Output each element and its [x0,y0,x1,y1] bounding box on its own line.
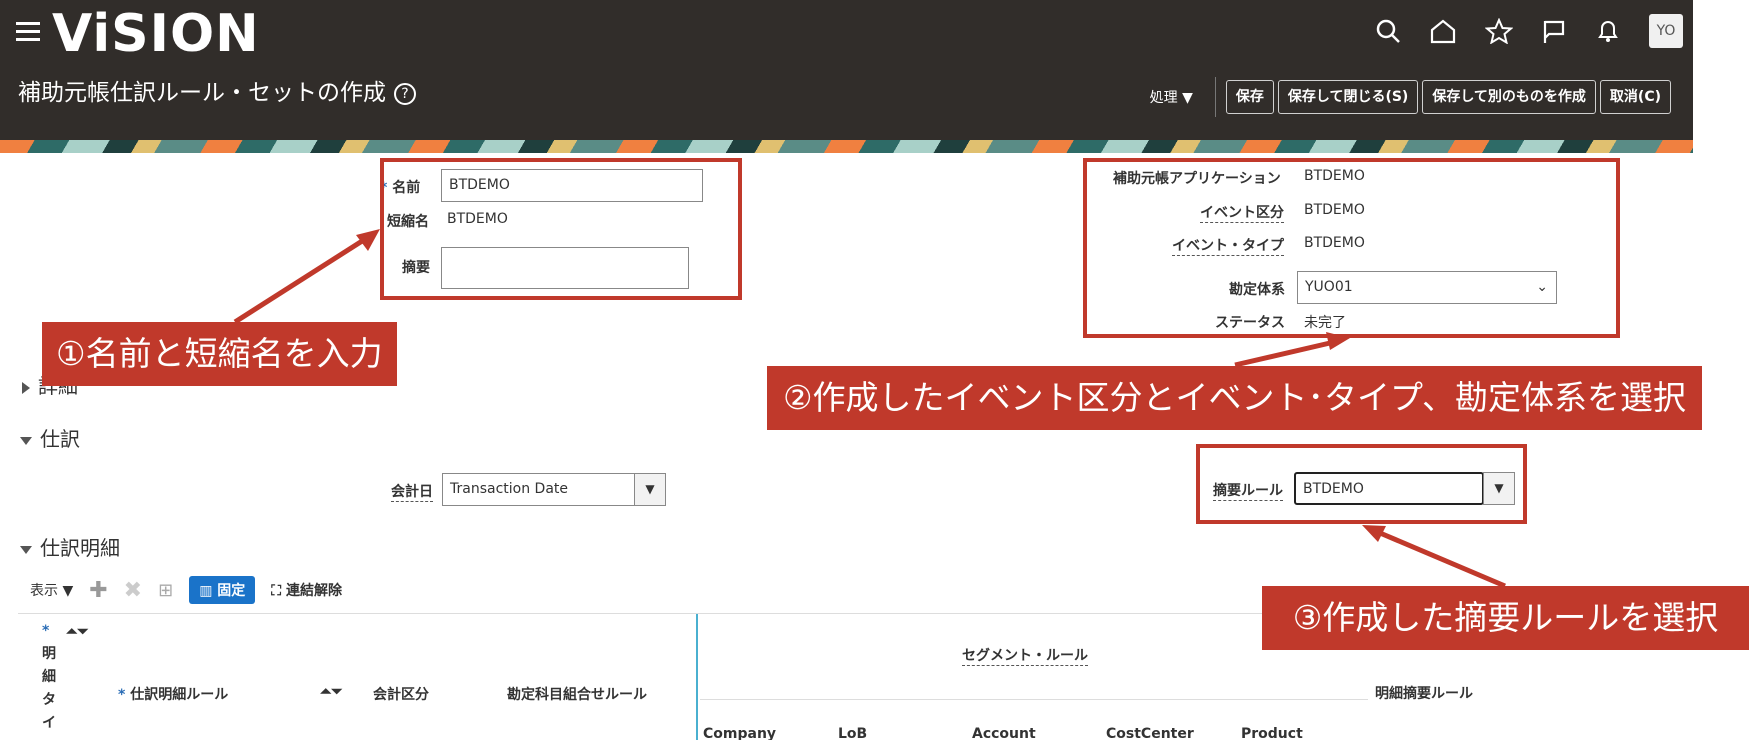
callout-2: ②作成したイベント区分とイベント･タイプ、勘定体系を選択 [767,366,1702,430]
callout-1: ①名前と短縮名を入力 [42,322,397,386]
callout-3: ③作成した摘要ルールを選択 [1262,586,1749,650]
